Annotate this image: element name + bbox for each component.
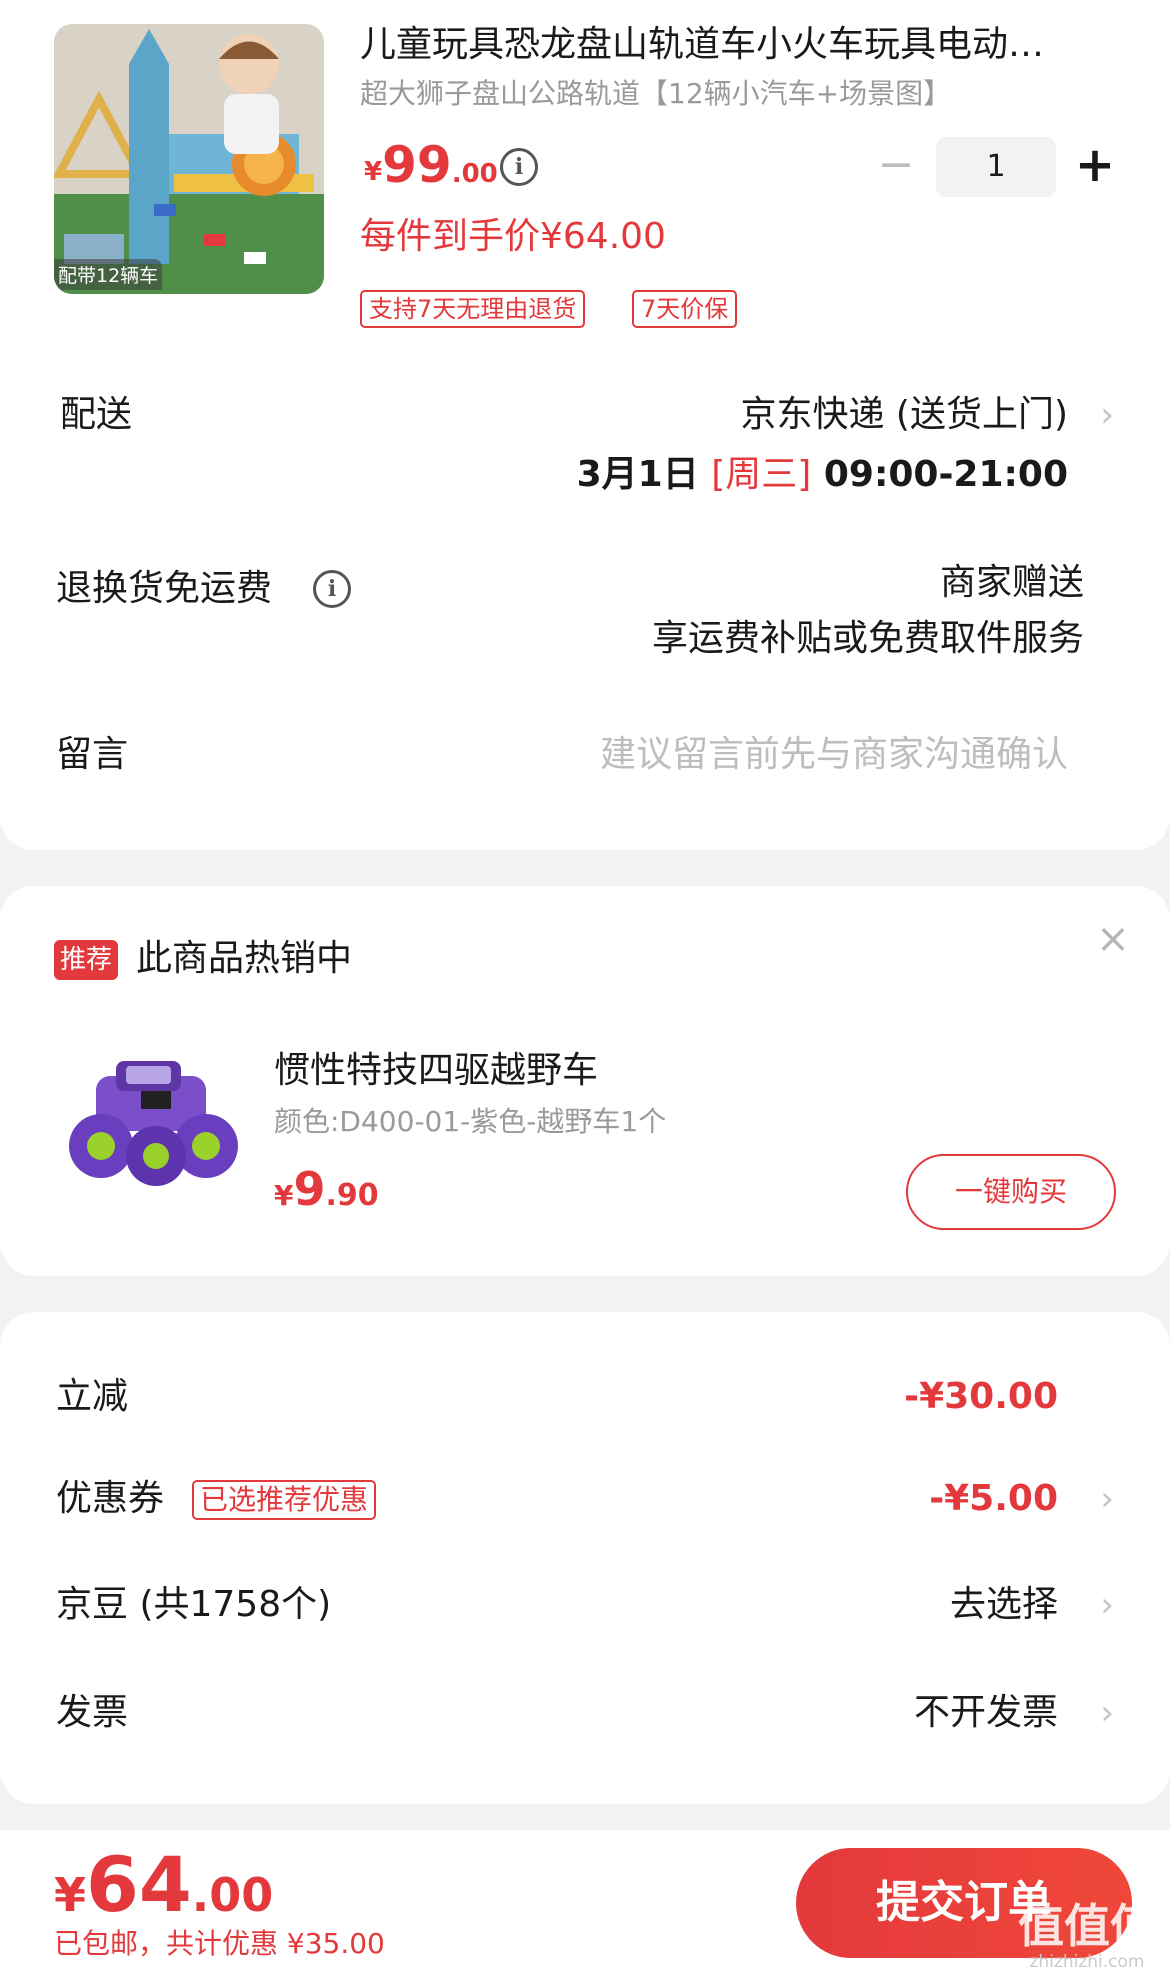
total-currency: ¥ (54, 1868, 87, 1922)
quantity-input[interactable]: 1 (936, 137, 1056, 197)
delivery-label: 配送 (60, 394, 133, 435)
coupon-selected-tag: 已选推荐优惠 (192, 1480, 377, 1520)
delivery-date: 3月1日 (576, 454, 712, 495)
product-price: ¥99.00 (364, 136, 498, 202)
rec-price-currency: ¥ (274, 1179, 294, 1212)
coupon-value[interactable]: -¥5.00 (929, 1474, 1058, 1524)
instant-discount-label: 立减 (56, 1376, 129, 1417)
discount-card: 立减 -¥30.00 优惠券 已选推荐优惠 -¥5.00 › 京豆 (共1758… (0, 1312, 1170, 1804)
return-policy-tag: 支持7天无理由退货 (360, 290, 586, 328)
recommend-product-price: ¥9.90 (274, 1162, 379, 1216)
price-decimal: .00 (451, 159, 498, 189)
product-spec[interactable]: 超大狮子盘山公路轨道【12辆小汽车+场景图】 (360, 74, 1100, 114)
minus-icon[interactable]: − (876, 142, 916, 192)
product-title[interactable]: 儿童玩具恐龙盘山轨道车小火车玩具电动… (360, 20, 1120, 70)
returns-value-line2: 享运费补贴或免费取件服务 (651, 618, 1084, 659)
price-info-icon[interactable]: i (500, 148, 538, 186)
recommend-card: 推荐 此商品热销中 × 惯性特技四驱越野车 颜色:D400-01-紫色-越野车1… (0, 886, 1170, 1276)
returns-label: 退换货免运费 (56, 568, 273, 609)
delivery-method[interactable]: 京东快递 (送货上门) (740, 390, 1068, 440)
product-image[interactable]: 配带12辆车 (54, 24, 324, 294)
recommend-badge: 推荐 (54, 940, 119, 980)
returns-info-icon[interactable]: i (313, 570, 351, 608)
one-click-buy-button[interactable]: 一键购买 (906, 1154, 1116, 1230)
delivery-time[interactable]: 3月1日 [周三] 09:00-21:00 (577, 450, 1068, 500)
invoice-label[interactable]: 发票 (56, 1688, 128, 1738)
net-price: 每件到手价¥64.00 (360, 216, 666, 257)
instant-discount-value: -¥30.00 (904, 1376, 1058, 1417)
delivery-window: 09:00-21:00 (811, 454, 1068, 495)
rec-price-integer: 9 (293, 1162, 326, 1216)
watermark: 值值值 zhizhizhi.com (1018, 1900, 1156, 1972)
chevron-right-icon[interactable]: › (1100, 1688, 1114, 1738)
price-currency: ¥ (364, 157, 383, 187)
remark-label: 留言 (56, 734, 129, 775)
jingdou-select[interactable]: 去选择 (950, 1580, 1058, 1630)
chevron-right-icon[interactable]: › (1100, 390, 1114, 440)
remark-input[interactable]: 建议留言前先与商家沟通确认 (600, 730, 1068, 780)
checkout-bar: ¥64.00 已包邮，共计优惠 ¥35.00 提交订单 值值值 zhizhizh… (0, 1830, 1170, 1978)
plus-icon[interactable]: + (1073, 140, 1117, 194)
recommend-product-spec: 颜色:D400-01-紫色-越野车1个 (274, 1105, 667, 1138)
coupon-label[interactable]: 优惠券 (56, 1474, 164, 1524)
recommend-product-image[interactable] (56, 1046, 246, 1196)
order-confirm-page: 配带12辆车 儿童玩具恐龙盘山轨道车小火车玩具电动… 超大狮子盘山公路轨道【12… (0, 0, 1170, 1978)
image-caption: 配带12辆车 (54, 259, 163, 290)
rec-price-decimal: .90 (325, 1178, 379, 1213)
jingdou-label[interactable]: 京豆 (共1758个) (56, 1580, 331, 1630)
total-decimal: .00 (191, 1868, 274, 1922)
total-integer: 64 (86, 1840, 192, 1929)
recommend-title: 此商品热销中 (136, 938, 353, 979)
watermark-logo: 值值值 (1018, 1899, 1156, 1953)
price-protect-tag: 7天价保 (632, 290, 738, 328)
chevron-right-icon[interactable]: › (1100, 1474, 1114, 1524)
chevron-right-icon[interactable]: › (1100, 1580, 1114, 1630)
returns-value-line1: 商家赠送 (939, 562, 1084, 603)
total-summary: 已包邮，共计优惠 ¥35.00 (54, 1927, 385, 1960)
invoice-value[interactable]: 不开发票 (914, 1688, 1058, 1738)
recommend-product-name[interactable]: 惯性特技四驱越野车 (274, 1046, 598, 1096)
product-card: 配带12辆车 儿童玩具恐龙盘山轨道车小火车玩具电动… 超大狮子盘山公路轨道【12… (0, 0, 1170, 850)
delivery-weekday: [周三] (711, 454, 812, 495)
total-price: ¥64.00 (54, 1840, 273, 1929)
close-icon[interactable]: × (1088, 914, 1138, 964)
watermark-url: zhizhizhi.com (1029, 1952, 1145, 1972)
price-integer: 99 (382, 136, 452, 194)
